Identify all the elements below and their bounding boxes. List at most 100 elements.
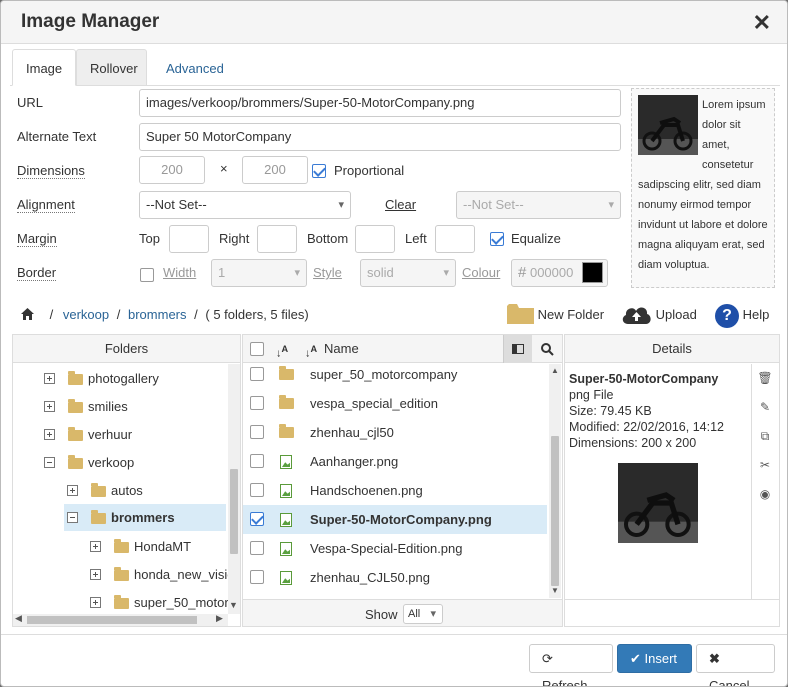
files-scrollbar[interactable]: ▲ ▼ bbox=[549, 364, 561, 598]
upload-label: Upload bbox=[655, 307, 697, 322]
expand-icon[interactable] bbox=[44, 373, 55, 384]
collapse-icon[interactable] bbox=[44, 457, 55, 468]
collapse-icon[interactable] bbox=[67, 512, 78, 523]
breadcrumb-verkoop[interactable]: verkoop bbox=[63, 307, 109, 322]
close-icon[interactable]: ✕ bbox=[753, 11, 771, 35]
tab-advanced[interactable]: Advanced bbox=[152, 49, 238, 86]
margin-left-label: Left bbox=[405, 231, 427, 246]
tab-rollover[interactable]: Rollover bbox=[76, 49, 147, 86]
file-row[interactable]: Aanhanger.png bbox=[243, 447, 547, 476]
file-row[interactable]: vespa_special_edition bbox=[243, 389, 547, 418]
file-row[interactable]: super_50_motorcompany bbox=[243, 360, 547, 389]
expand-icon[interactable] bbox=[67, 485, 78, 496]
equalize-checkbox[interactable] bbox=[490, 232, 504, 246]
file-name: Super-50-MotorCompany.png bbox=[310, 512, 492, 527]
home-icon[interactable] bbox=[21, 307, 38, 322]
tab-image[interactable]: Image bbox=[12, 49, 77, 86]
hscroll-thumb[interactable] bbox=[27, 616, 197, 624]
row-checkbox[interactable] bbox=[250, 541, 264, 555]
folder-verhuur[interactable]: verhuur bbox=[13, 421, 228, 449]
scroll-down-icon[interactable]: ▼ bbox=[551, 586, 559, 595]
margin-right-input[interactable] bbox=[257, 225, 297, 253]
scroll-thumb[interactable] bbox=[551, 436, 559, 586]
folder-brommers[interactable]: brommers bbox=[64, 504, 226, 531]
folder-honda-new-vision[interactable]: honda_new_visio bbox=[13, 561, 228, 589]
alt-text-input[interactable]: Super 50 MotorCompany bbox=[139, 123, 621, 151]
copy-icon[interactable]: ⧉ bbox=[756, 427, 774, 445]
row-checkbox[interactable] bbox=[250, 483, 264, 497]
width-input[interactable]: 200 bbox=[139, 156, 205, 184]
name-column-header[interactable]: Name bbox=[324, 335, 359, 363]
alignment-select[interactable]: --Not Set-- bbox=[139, 191, 351, 219]
cancel-button[interactable]: ✖ Cancel bbox=[696, 644, 775, 686]
expand-icon[interactable] bbox=[44, 401, 55, 412]
upload-button[interactable]: Upload bbox=[621, 301, 697, 329]
scroll-thumb[interactable] bbox=[230, 469, 238, 554]
edit-icon[interactable]: ✎ bbox=[756, 398, 774, 416]
folder-photogallery[interactable]: photogallery bbox=[13, 365, 228, 393]
view-icon[interactable]: ◉ bbox=[756, 485, 774, 503]
colour-swatch[interactable] bbox=[582, 262, 603, 283]
row-checkbox[interactable] bbox=[250, 396, 264, 410]
file-row[interactable]: zhenhau_cjl50 bbox=[243, 418, 547, 447]
folders-hscrollbar[interactable]: ◀ ▶ bbox=[13, 613, 228, 626]
row-checkbox[interactable] bbox=[250, 512, 264, 526]
folder-icon bbox=[279, 424, 294, 438]
cut-icon[interactable]: ✂ bbox=[756, 456, 774, 474]
scroll-up-icon[interactable]: ▲ bbox=[551, 366, 559, 375]
clear-select[interactable]: --Not Set-- bbox=[456, 191, 621, 219]
refresh-label: Refresh bbox=[542, 678, 588, 687]
file-name: Handschoenen.png bbox=[310, 483, 423, 498]
help-button[interactable]: ? Help bbox=[715, 301, 769, 329]
expand-icon[interactable] bbox=[90, 541, 101, 552]
border-width-select[interactable]: 1 bbox=[211, 259, 307, 287]
folder-hondamt[interactable]: HondaMT bbox=[13, 533, 228, 561]
file-row[interactable]: Handschoenen.png bbox=[243, 476, 547, 505]
margin-right-label: Right bbox=[219, 231, 250, 246]
border-checkbox[interactable] bbox=[140, 268, 154, 282]
equalize-label: Equalize bbox=[511, 231, 561, 246]
folder-smilies[interactable]: smilies bbox=[13, 393, 228, 421]
scroll-left-icon[interactable]: ◀ bbox=[15, 613, 22, 624]
tree-label: smilies bbox=[88, 399, 128, 414]
margin-bottom-input[interactable] bbox=[355, 225, 395, 253]
tree-label: verhuur bbox=[88, 427, 133, 442]
expand-icon[interactable] bbox=[90, 569, 101, 580]
breadcrumb-brommers[interactable]: brommers bbox=[128, 307, 187, 322]
details-divider bbox=[751, 364, 752, 599]
proportional-checkbox[interactable] bbox=[312, 164, 326, 178]
folder-verkoop[interactable]: verkoop bbox=[13, 449, 228, 477]
border-style-select[interactable]: solid bbox=[360, 259, 456, 287]
preview-thumbnail bbox=[638, 95, 698, 155]
margin-left-input[interactable] bbox=[435, 225, 475, 253]
tab-bar: Image Rollover Advanced bbox=[10, 49, 780, 86]
row-checkbox[interactable] bbox=[250, 570, 264, 584]
search-icon[interactable] bbox=[541, 335, 554, 363]
file-row-selected[interactable]: Super-50-MotorCompany.png bbox=[243, 505, 547, 534]
expand-icon[interactable] bbox=[90, 597, 101, 608]
folder-autos[interactable]: autos bbox=[13, 477, 228, 505]
scroll-right-icon[interactable]: ▶ bbox=[216, 613, 223, 624]
url-input[interactable]: images/verkoop/brommers/Super-50-MotorCo… bbox=[139, 89, 621, 117]
insert-button[interactable]: ✔ Insert bbox=[617, 644, 692, 673]
expand-icon[interactable] bbox=[44, 429, 55, 440]
file-row[interactable]: zhenhau_CJL50.png bbox=[243, 563, 547, 592]
delete-icon[interactable]: 🗑 bbox=[756, 369, 774, 387]
file-row[interactable]: Vespa-Special-Edition.png bbox=[243, 534, 547, 563]
folders-scrollbar[interactable]: ▼ bbox=[228, 364, 240, 614]
margin-top-input[interactable] bbox=[169, 225, 209, 253]
row-checkbox[interactable] bbox=[250, 454, 264, 468]
scroll-down-icon[interactable]: ▼ bbox=[229, 600, 238, 610]
row-checkbox[interactable] bbox=[250, 425, 264, 439]
file-name: Aanhanger.png bbox=[310, 454, 399, 469]
image-preview-panel: Lorem ipsum dolor sit amet, consetetur s… bbox=[631, 88, 775, 288]
folder-super-50[interactable]: super_50_motorc bbox=[13, 589, 228, 617]
show-select[interactable]: All bbox=[403, 604, 443, 624]
tree-label: brommers bbox=[111, 510, 175, 525]
columns-icon[interactable] bbox=[503, 335, 532, 363]
height-input[interactable]: 200 bbox=[242, 156, 308, 184]
new-folder-button[interactable]: New Folder bbox=[507, 301, 604, 329]
row-checkbox[interactable] bbox=[250, 367, 264, 381]
refresh-button[interactable]: ⟳ Refresh bbox=[529, 644, 613, 686]
select-all-checkbox[interactable] bbox=[250, 342, 264, 356]
